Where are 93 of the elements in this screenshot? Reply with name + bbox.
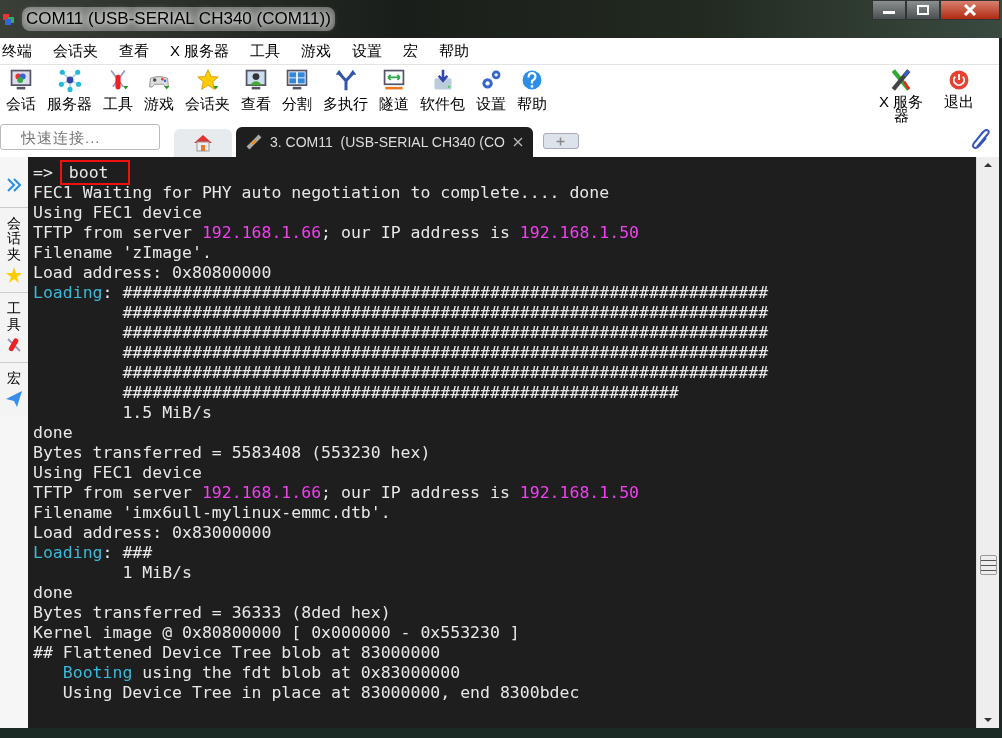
ip-address: 192.168.1.50 — [519, 223, 639, 242]
quick-connect-field[interactable]: 快速连接... — [0, 124, 160, 150]
menu-item[interactable]: 查看 — [117, 41, 156, 61]
toolbar-button[interactable]: 服务器 — [47, 68, 92, 114]
terminal-text: Bytes transferred = 5583408 (553230 hex) — [33, 443, 431, 462]
terminal-text: ; our IP address is — [321, 223, 511, 242]
terminal-text: 1.5 MiB/s — [121, 403, 212, 422]
close-tab-icon[interactable] — [512, 137, 523, 147]
menu-item[interactable]: 宏 — [401, 41, 426, 61]
status-word: Loading — [33, 543, 103, 562]
menu-item[interactable]: 会话夹 — [51, 41, 105, 61]
session-tab[interactable]: 3. COM11 (USB-SERIAL CH340 (CO — [236, 127, 533, 157]
close-icon — [963, 4, 977, 16]
terminal-text: Filename 'imx6ull-mylinux-emmc.dtb'. — [33, 503, 391, 522]
plug-icon — [246, 134, 262, 150]
terminal-text: Bytes transferred = 36333 (8ded hex) — [33, 603, 391, 622]
terminal-text: ; our IP address is — [321, 483, 511, 502]
maximize-button[interactable] — [906, 0, 940, 20]
toolbar-button[interactable]: 隧道 — [379, 68, 409, 114]
monitor-arrows-icon — [382, 68, 406, 92]
close-button[interactable] — [940, 0, 1000, 20]
expand-icon[interactable] — [6, 177, 22, 193]
fork-icon — [333, 68, 358, 92]
highlighted-command: boot — [62, 163, 127, 182]
toolbar-button[interactable]: 设置 — [476, 68, 506, 114]
paperclip-icon[interactable] — [971, 129, 993, 151]
terminal-text: Using FEC1 device — [33, 203, 202, 222]
toolbar-button[interactable]: 多执行 — [323, 68, 368, 114]
minimize-button[interactable] — [872, 0, 906, 20]
menu-item[interactable]: 帮助 — [437, 41, 477, 61]
home-tab[interactable] — [174, 129, 232, 157]
knife-icon — [5, 335, 23, 354]
terminal-text: ######################################################## — [121, 383, 679, 402]
terminal-text: : ### — [102, 543, 153, 562]
settings-icon — [479, 68, 503, 92]
terminal-text: : ################################################################# — [102, 283, 769, 302]
menu-item[interactable]: 工具 — [248, 41, 288, 61]
maximize-icon — [916, 5, 930, 15]
terminal-text: TFTP from server — [33, 223, 193, 242]
monitor-icon — [9, 68, 33, 92]
terminal-text: ################################################################# — [121, 363, 769, 382]
terminal-text: ################################################################# — [121, 323, 769, 342]
scroll-thumb[interactable] — [979, 555, 997, 576]
ip-address: 192.168.1.66 — [201, 223, 322, 242]
scroll-down-icon[interactable] — [983, 716, 993, 724]
power-icon — [947, 68, 971, 92]
toolbar-button[interactable]: 软件包 — [420, 68, 465, 114]
toolbar-button[interactable]: 帮助 — [517, 68, 547, 114]
status-word: Loading — [33, 283, 103, 302]
terminal-text: Using FEC1 device — [33, 463, 202, 482]
terminal-text: ## Flattened Device Tree blob at 83000000 — [33, 643, 441, 662]
toolbar-button[interactable]: 会话 — [6, 68, 36, 114]
terminal-text: Using Device Tree in place at 83000000, end 8300bdec — [61, 683, 580, 702]
menu-item[interactable]: 设置 — [350, 41, 390, 61]
terminal-text: ################################################################# — [121, 303, 769, 322]
toolbar-button[interactable]: 会话夹 — [185, 68, 230, 114]
x-logo-icon — [889, 68, 913, 92]
home-icon — [193, 134, 213, 152]
network-icon — [57, 68, 82, 92]
toolbar-button[interactable]: X 服务器 — [877, 68, 925, 123]
terminal-text: ################################################################# — [121, 343, 769, 362]
toolbar-button[interactable]: 分割 — [282, 68, 312, 114]
monitor-user-icon — [244, 68, 268, 92]
star-icon — [195, 68, 220, 92]
toolbar-button[interactable]: 查看 — [241, 68, 271, 114]
paper-plane-icon — [5, 390, 23, 409]
toolbar-button[interactable]: 工具 — [103, 68, 133, 114]
ip-address: 192.168.1.50 — [519, 483, 639, 502]
status-word: Booting — [62, 663, 133, 682]
plus-icon — [556, 136, 566, 146]
scroll-up-icon[interactable] — [983, 161, 993, 169]
ip-address: 192.168.1.66 — [201, 483, 322, 502]
terminal-text: 1 MiB/s — [121, 563, 192, 582]
terminal-text: TFTP from server — [33, 483, 193, 502]
new-tab-button[interactable] — [542, 133, 579, 149]
split-screen-icon — [285, 68, 309, 92]
terminal-text: done — [33, 583, 73, 602]
terminal-text: Load address: 0x80800000 — [33, 263, 272, 282]
terminal-text: Load address: 0x83000000 — [33, 523, 272, 542]
toolbar-button[interactable]: 退出 — [935, 68, 983, 109]
menu-item[interactable]: 游戏 — [299, 41, 339, 61]
star-icon — [5, 266, 23, 285]
menu-item[interactable]: X 服务器 — [168, 41, 237, 61]
terminal-text: FEC1 Waiting for PHY auto negotiation to complete.... done — [33, 183, 610, 202]
terminal-text: => — [33, 163, 54, 182]
menu-item[interactable]: 终端 — [0, 41, 39, 61]
terminal-text: done — [33, 423, 73, 442]
terminal-text: Filename 'zImage'. — [33, 243, 212, 262]
terminal-text: using the fdt blob at 0x83000000 — [141, 663, 461, 682]
scrollbar[interactable] — [976, 157, 999, 728]
help-icon — [520, 68, 544, 92]
terminal-text: Kernel image @ 0x80800000 [ 0x000000 - 0x553230 ] — [33, 623, 520, 642]
toolbar-button[interactable]: 游戏 — [144, 68, 174, 114]
